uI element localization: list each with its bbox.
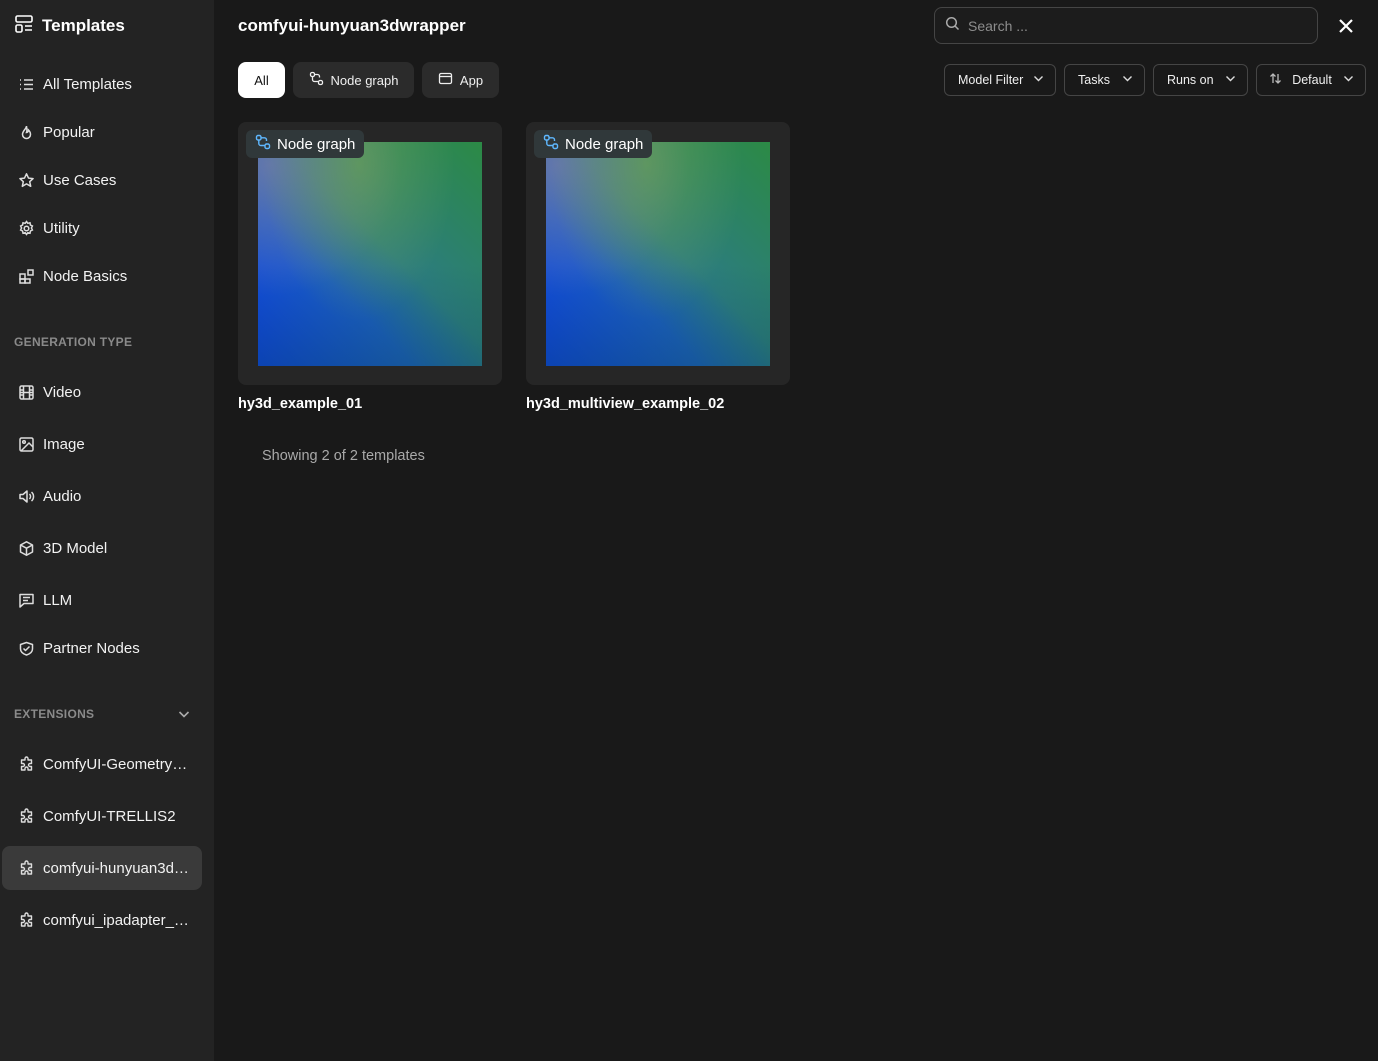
message-icon — [18, 592, 35, 609]
sidebar-item-use-cases[interactable]: Use Cases — [2, 158, 202, 202]
sidebar-item-comfyui-trellis2[interactable]: ComfyUI-TRELLIS2 — [2, 794, 202, 838]
sidebar-item-comfyui-hunyuan3dwrapper[interactable]: comfyui-hunyuan3dwrapper — [2, 846, 202, 890]
sidebar-item-label: Node Basics — [43, 267, 128, 285]
template-card[interactable]: Node graph — [238, 122, 502, 385]
chevron-down-icon — [1032, 72, 1045, 88]
sidebar-item-label: LLM — [43, 591, 73, 609]
node-graph-icon — [543, 134, 559, 154]
chevron-down-icon — [1342, 72, 1355, 88]
puzzle-icon — [18, 911, 35, 929]
tasks-dropdown[interactable]: Tasks — [1064, 64, 1145, 96]
template-name[interactable]: hy3d_multiview_example_02 — [526, 396, 724, 412]
window-icon — [438, 71, 453, 89]
sidebar-item-label: comfyui-hunyuan3dwrapper — [43, 859, 193, 877]
sidebar-item-label: comfyui_ipadapter_plus — [43, 911, 193, 929]
sidebar-item-image[interactable]: Image — [2, 422, 202, 466]
model-filter-dropdown[interactable]: Model Filter — [944, 64, 1056, 96]
sidebar-item-label: Image — [43, 435, 85, 453]
sidebar-item-label: All Templates — [43, 75, 132, 93]
node-graph-icon — [255, 134, 271, 154]
badge-label: Node graph — [277, 135, 356, 153]
dropdown-label: Model Filter — [958, 73, 1024, 87]
sidebar-item-label: Partner Nodes — [43, 639, 140, 657]
template-card[interactable]: Node graph — [526, 122, 790, 385]
generation-type-heading: GENERATION TYPE — [14, 335, 133, 349]
search-icon — [945, 16, 960, 36]
tab-label: App — [459, 72, 484, 88]
puzzle-icon — [18, 807, 35, 825]
puzzle-icon — [18, 755, 35, 773]
sidebar-item-3d-model[interactable]: 3D Model — [2, 526, 202, 570]
sidebar-item-comfyui-geometrypack[interactable]: ComfyUI-GeometryPack — [2, 742, 202, 786]
extensions-heading: EXTENSIONS — [14, 707, 95, 721]
sidebar-item-partner-nodes[interactable]: Partner Nodes — [2, 626, 202, 670]
sidebar-brand: Templates — [14, 14, 125, 38]
handshake-icon — [18, 640, 35, 657]
chevron-down-icon[interactable] — [176, 706, 192, 722]
badge-label: Node graph — [565, 135, 644, 153]
search-box[interactable] — [934, 7, 1318, 44]
search-input[interactable] — [968, 17, 1317, 34]
flame-icon — [18, 124, 35, 141]
node-graph-badge: Node graph — [534, 130, 653, 158]
runs-on-dropdown[interactable]: Runs on — [1153, 64, 1248, 96]
sidebar: Templates All Templates Popular Use Case… — [0, 0, 214, 1061]
sidebar-item-label: Utility — [43, 219, 80, 237]
sidebar-item-all-templates[interactable]: All Templates — [2, 62, 202, 106]
template-name[interactable]: hy3d_example_01 — [238, 396, 362, 412]
sidebar-item-label: 3D Model — [43, 539, 108, 557]
tab-all[interactable]: All — [238, 62, 285, 98]
speaker-icon — [18, 488, 35, 505]
film-icon — [18, 384, 35, 401]
sidebar-item-utility[interactable]: Utility — [2, 206, 202, 250]
results-count: Showing 2 of 2 templates — [262, 448, 425, 464]
dropdown-label: Tasks — [1078, 73, 1110, 87]
page-title: comfyui-hunyuan3dwrapper — [238, 16, 466, 35]
node-graph-icon — [309, 71, 324, 89]
sidebar-item-label: Audio — [43, 487, 82, 505]
dropdown-label: Runs on — [1167, 73, 1214, 87]
sidebar-item-video[interactable]: Video — [2, 370, 202, 414]
sidebar-item-node-basics[interactable]: Node Basics — [2, 254, 202, 298]
sidebar-item-llm[interactable]: LLM — [2, 578, 202, 622]
node-graph-badge: Node graph — [246, 130, 365, 158]
close-icon[interactable] — [1336, 16, 1356, 36]
template-thumbnail — [546, 142, 770, 366]
sidebar-item-label: Use Cases — [43, 171, 117, 189]
list-icon — [18, 76, 35, 93]
templates-icon — [14, 14, 34, 39]
template-thumbnail — [258, 142, 482, 366]
puzzle-icon — [18, 859, 35, 877]
sidebar-item-audio[interactable]: Audio — [2, 474, 202, 518]
gear-icon — [18, 219, 35, 237]
tab-node-graph[interactable]: Node graph — [293, 62, 414, 98]
sidebar-item-label: Video — [43, 383, 82, 401]
star-icon — [18, 172, 35, 189]
sort-dropdown[interactable]: Default — [1256, 64, 1366, 96]
sidebar-item-label: ComfyUI-GeometryPack — [43, 755, 193, 773]
blocks-icon — [18, 268, 35, 285]
chevron-down-icon — [1121, 72, 1134, 88]
sort-icon — [1269, 72, 1282, 88]
tab-label: Node graph — [330, 72, 399, 88]
sidebar-title: Templates — [42, 16, 125, 35]
sidebar-item-popular[interactable]: Popular — [2, 110, 202, 154]
tab-label: All — [254, 72, 269, 88]
chevron-down-icon — [1224, 72, 1237, 88]
sidebar-item-label: Popular — [43, 123, 95, 141]
cube-icon — [18, 540, 35, 557]
dropdown-label: Default — [1292, 73, 1332, 87]
tab-app[interactable]: App — [422, 62, 499, 98]
sidebar-item-comfyui-ipadapter-plus[interactable]: comfyui_ipadapter_plus — [2, 898, 202, 942]
sidebar-item-label: ComfyUI-TRELLIS2 — [43, 807, 176, 825]
image-icon — [18, 436, 35, 453]
